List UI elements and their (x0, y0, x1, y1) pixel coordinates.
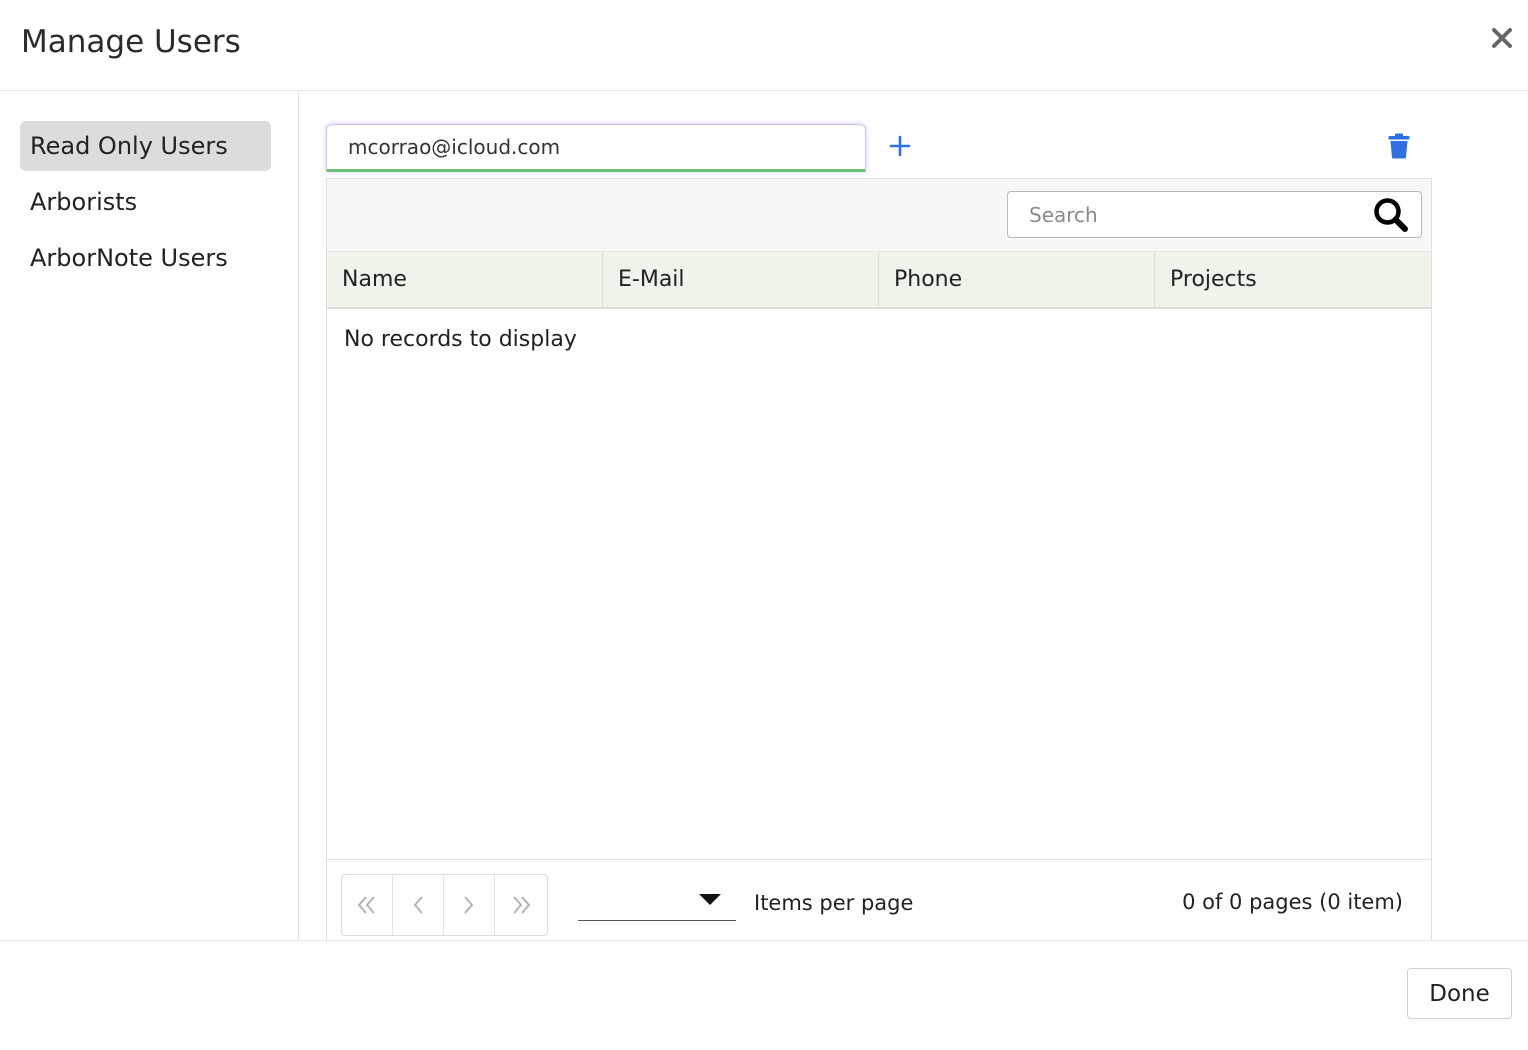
chevron-left-icon (413, 896, 423, 914)
dialog-header: Manage Users (0, 0, 1528, 91)
plus-icon (889, 135, 911, 157)
search-input[interactable] (1008, 192, 1368, 237)
close-icon (1492, 28, 1512, 48)
sidebar-item-read-only-users[interactable]: Read Only Users (20, 121, 271, 171)
next-page-button[interactable] (444, 875, 495, 935)
previous-page-button[interactable] (393, 875, 444, 935)
items-per-page-label: Items per page (754, 891, 914, 915)
page-size-dropdown[interactable] (578, 884, 736, 921)
pager-nav (341, 874, 548, 936)
double-chevron-left-icon (357, 896, 375, 914)
search-icon[interactable] (1371, 195, 1411, 235)
double-chevron-right-icon (513, 896, 531, 914)
trash-icon (1388, 133, 1410, 159)
empty-message: No records to display (344, 327, 577, 352)
users-grid: Name E-Mail Phone Projects No records to… (326, 178, 1432, 958)
first-page-button[interactable] (342, 875, 393, 935)
done-button[interactable]: Done (1407, 968, 1512, 1019)
column-header-phone[interactable]: Phone (879, 252, 1155, 307)
sidebar-item-arborists[interactable]: Arborists (20, 177, 271, 227)
search-box (1007, 191, 1422, 238)
add-user-button[interactable] (884, 130, 916, 162)
delete-button[interactable] (1384, 130, 1414, 162)
dialog-footer: Done (0, 940, 1528, 1050)
column-header-projects[interactable]: Projects (1155, 252, 1431, 307)
email-field[interactable] (326, 124, 866, 172)
dialog-title: Manage Users (21, 24, 241, 60)
sidebar: Read Only Users Arborists ArborNote User… (0, 91, 299, 946)
close-button[interactable] (1486, 22, 1518, 54)
column-header-email[interactable]: E-Mail (603, 252, 879, 307)
pager-info: 0 of 0 pages (0 item) (1182, 890, 1403, 914)
last-page-button[interactable] (495, 875, 547, 935)
grid-toolbar (327, 179, 1431, 252)
column-header-name[interactable]: Name (327, 252, 603, 307)
sidebar-item-arbornote-users[interactable]: ArborNote Users (20, 233, 271, 283)
table-header-row: Name E-Mail Phone Projects (327, 252, 1431, 309)
caret-down-icon (699, 894, 721, 905)
chevron-right-icon (464, 896, 474, 914)
